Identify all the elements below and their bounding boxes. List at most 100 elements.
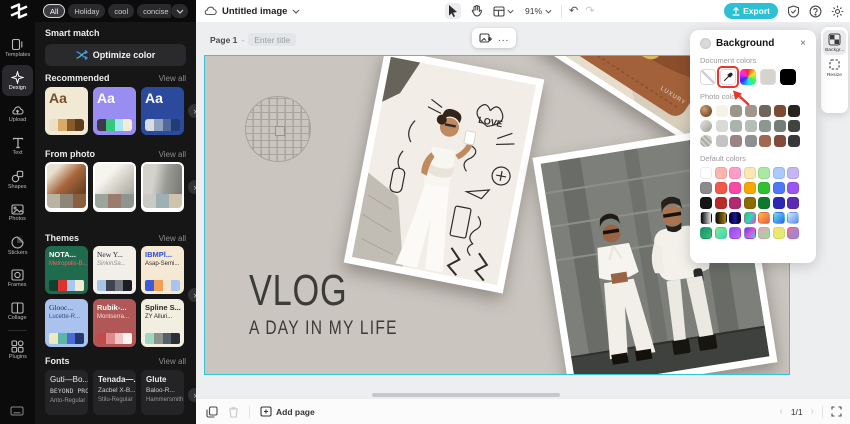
color-swatch[interactable] [714,167,727,179]
color-swatch[interactable] [729,182,741,194]
from-photo-view-all[interactable]: View all [159,150,186,159]
color-swatch[interactable] [162,333,172,344]
sidebar-item-text[interactable]: Text [2,131,33,162]
color-swatch[interactable] [57,119,67,131]
color-swatch[interactable] [729,212,741,224]
color-swatch[interactable] [66,280,76,291]
color-swatch[interactable] [787,167,799,179]
color-swatch[interactable] [729,197,741,209]
resize-tool-button[interactable]: Resize [823,55,846,80]
close-icon[interactable]: × [800,38,806,49]
color-swatch[interactable] [700,227,712,239]
export-button[interactable]: Export [724,3,778,19]
color-swatch[interactable] [156,194,169,208]
color-swatch[interactable] [729,167,741,179]
color-swatch[interactable] [788,120,800,132]
color-swatch[interactable] [700,182,712,194]
filter-chip-cool[interactable]: cool [108,4,135,18]
theme-card[interactable]: Spline S... ZY Alluri... [141,299,184,347]
color-swatch[interactable] [95,194,108,208]
color-swatch[interactable] [773,105,786,117]
color-swatch[interactable] [114,119,124,131]
sidebar-item-photos[interactable]: Photos [2,197,33,228]
color-swatch[interactable] [171,280,180,291]
color-swatch[interactable] [47,194,60,208]
color-swatch[interactable] [758,227,770,239]
select-tool-button[interactable] [445,3,461,19]
color-swatch[interactable] [729,227,741,239]
document-title[interactable]: Untitled image [222,6,287,17]
color-swatch[interactable] [169,194,182,208]
palette-card[interactable]: Aa [93,87,136,135]
help-icon[interactable] [809,5,822,18]
layout-grid-button[interactable] [491,3,516,19]
fonts-view-all[interactable]: View all [159,357,186,366]
redo-button[interactable]: ↷ [585,5,594,17]
color-swatch[interactable] [49,119,58,131]
color-swatch[interactable] [49,333,58,344]
color-swatch[interactable] [75,119,84,131]
color-swatch[interactable] [700,197,712,209]
color-swatch[interactable] [744,120,757,132]
font-card[interactable]: Tenada—... Zacbel X-B... Stilu-Regular [93,370,136,415]
color-swatch[interactable] [730,135,742,147]
palette-card[interactable]: Aa [45,87,88,135]
more-options-button[interactable]: ... [498,33,509,44]
color-swatch[interactable] [49,280,58,291]
color-swatch[interactable] [143,194,156,208]
cloud-save-icon[interactable] [204,6,217,16]
color-swatch[interactable] [145,119,154,131]
color-swatch[interactable] [773,135,786,147]
capcut-logo-icon[interactable] [9,3,29,19]
sidebar-item-design[interactable]: Design [2,65,33,96]
rainbow-color-picker-swatch[interactable] [740,69,756,85]
scroll-right-button[interactable]: › [188,388,196,402]
background-tool-button[interactable]: Backgr... [823,30,846,55]
color-swatch[interactable] [171,119,180,131]
chevron-down-icon[interactable] [292,9,300,14]
themes-view-all[interactable]: View all [159,234,186,243]
sidebar-item-collage[interactable]: Collage [2,296,33,327]
sidebar-item-frames[interactable]: Frames [2,263,33,294]
color-swatch[interactable] [760,69,776,85]
color-swatch[interactable] [787,227,799,239]
scroll-right-button[interactable]: › [188,180,196,194]
color-swatch[interactable] [123,119,132,131]
color-swatch[interactable] [123,280,132,291]
color-swatch[interactable] [162,119,172,131]
photo-palette-card[interactable] [45,162,88,212]
color-swatch[interactable] [788,135,800,147]
theme-card[interactable]: New Y... SinkinSa... [93,246,136,294]
color-swatch[interactable] [700,167,712,179]
color-swatch[interactable] [714,182,727,194]
color-swatch[interactable] [114,333,124,344]
color-swatch[interactable] [162,280,172,291]
photo-palette-card[interactable] [93,162,136,212]
theme-card[interactable]: IBMPl... Asap-Semi... [141,246,184,294]
current-color-swatch[interactable] [700,38,711,49]
theme-card[interactable]: Glooc... Lucette-R... [45,299,88,347]
color-swatch[interactable] [772,167,785,179]
filter-chip-all[interactable]: All [43,4,66,18]
photo-woman-doodle-wall[interactable]: LOVE [343,56,545,294]
color-swatch[interactable] [714,212,727,224]
color-swatch[interactable] [105,333,115,344]
color-swatch[interactable] [105,119,115,131]
color-swatch[interactable] [108,194,121,208]
undo-button[interactable]: ↶ [569,5,578,17]
color-swatch[interactable] [57,333,67,344]
color-swatch[interactable] [97,119,106,131]
settings-gear-icon[interactable] [831,5,844,18]
color-swatch[interactable] [744,135,757,147]
color-swatch[interactable] [759,135,771,147]
color-swatch[interactable] [715,105,728,117]
color-swatch[interactable] [758,182,770,194]
color-swatch[interactable] [60,194,73,208]
color-swatch[interactable] [714,197,727,209]
delete-page-icon[interactable] [228,406,239,418]
color-swatch[interactable] [772,227,785,239]
color-swatch[interactable] [787,212,799,224]
replace-image-icon[interactable] [479,32,492,44]
shortcuts-keyboard-icon[interactable] [10,406,24,416]
color-swatch[interactable] [714,227,727,239]
